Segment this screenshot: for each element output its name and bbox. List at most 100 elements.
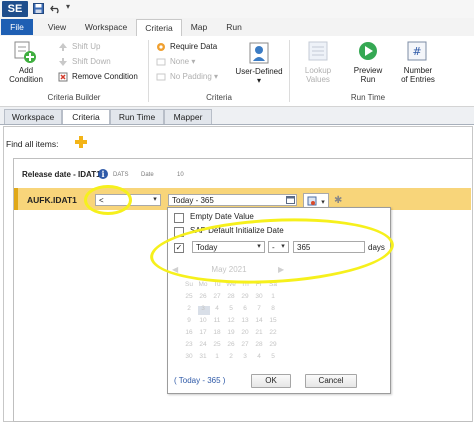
calendar-day: 23 — [185, 341, 193, 348]
field-length: 10 — [177, 172, 184, 178]
tab-map[interactable]: Map — [182, 19, 216, 35]
calendar-day: 9 — [187, 317, 191, 324]
svg-text:#: # — [412, 45, 421, 58]
calendar-day: 30 — [255, 293, 263, 300]
no-padding-label: No Padding — [170, 72, 212, 81]
no-padding-icon — [156, 72, 166, 84]
highlight-circle-operator — [84, 185, 132, 215]
calendar-day: 2 — [187, 305, 191, 312]
add-condition-icon — [13, 40, 37, 66]
none-icon — [156, 57, 166, 69]
relative-expression-link[interactable]: ( Today - 365 ) — [174, 376, 225, 385]
workspace-tab-bar: Workspace Criteria Run Time Mapper — [0, 107, 474, 125]
title-bar: SE ▾ — [0, 0, 474, 19]
date-value-field[interactable]: Today - 365 — [168, 194, 297, 206]
app-logo: SE — [2, 1, 28, 17]
field-title: Release date - IDAT1 — [22, 170, 101, 179]
subtab-criteria[interactable]: Criteria — [62, 109, 110, 124]
calendar-day: 3 — [243, 353, 247, 360]
calendar-day: 4 — [257, 353, 261, 360]
group-label-criteria-builder: Criteria Builder — [47, 93, 101, 102]
ribbon: Add Condition Shift Up Shift Down Remove… — [0, 36, 474, 107]
calendar-day: 20 — [241, 329, 249, 336]
undo-icon[interactable] — [50, 3, 61, 14]
settings-icon[interactable]: ✱ — [334, 195, 342, 206]
date-value-text: Today - 365 — [172, 196, 214, 205]
user-defined-label: User-Defined — [235, 67, 283, 76]
calendar-day: 3 — [201, 305, 205, 312]
calendar-day: 1 — [271, 293, 275, 300]
calendar-day: 5 — [271, 353, 275, 360]
subtab-workspace[interactable]: Workspace — [4, 109, 62, 124]
save-icon[interactable] — [33, 3, 44, 14]
ribbon-tab-bar: File View Workspace Criteria Map Run — [0, 18, 474, 37]
no-padding-dropdown[interactable]: No Padding ▾ — [170, 71, 218, 82]
calendar-day: 28 — [227, 293, 235, 300]
criteria-row-marker — [14, 188, 18, 210]
tab-run[interactable]: Run — [218, 19, 250, 35]
add-item-icon[interactable] — [74, 135, 88, 151]
weekday-label: Su — [185, 281, 193, 288]
calendar-day: 17 — [199, 329, 207, 336]
calendar-day: 6 — [243, 305, 247, 312]
calendar-day: 15 — [269, 317, 277, 324]
tab-workspace[interactable]: Workspace — [78, 19, 134, 35]
calendar-day: 21 — [255, 329, 263, 336]
field-type: DATS — [113, 172, 129, 178]
number-of-entries-icon: # — [407, 41, 427, 63]
criteria-field-label: AUFK.IDAT1 — [27, 195, 77, 205]
calendar-day: 26 — [199, 293, 207, 300]
calendar-day: 18 — [213, 329, 221, 336]
group-label-criteria: Criteria — [206, 93, 232, 102]
user-defined-button[interactable]: User-Defined ▾ — [232, 67, 286, 85]
add-condition-button[interactable]: Add Condition — [4, 66, 48, 84]
calendar-day: 5 — [229, 305, 233, 312]
tab-file[interactable]: File — [1, 19, 33, 35]
calendar-day: 7 — [257, 305, 261, 312]
lookup-values-button[interactable]: Lookup Values — [296, 66, 340, 84]
shift-down-icon — [58, 57, 68, 69]
shift-up-button[interactable]: Shift Up — [72, 41, 100, 52]
calendar-day: 10 — [199, 317, 207, 324]
preview-run-icon — [358, 41, 378, 63]
calendar-day: 1 — [215, 353, 219, 360]
calendar-day: 28 — [255, 341, 263, 348]
calendar-icon[interactable] — [285, 195, 296, 205]
quick-access-dropdown-icon[interactable]: ▾ — [66, 2, 70, 11]
none-dropdown[interactable]: None ▾ — [170, 56, 195, 67]
weekday-label: Mo — [198, 281, 208, 288]
calendar-day: 29 — [241, 293, 249, 300]
calendar-day: 25 — [185, 293, 193, 300]
calendar-day: 24 — [199, 341, 207, 348]
subtab-mapper[interactable]: Mapper — [164, 109, 212, 124]
require-data-button[interactable]: Require Data — [170, 41, 217, 52]
calendar-day: 2 — [229, 353, 233, 360]
empty-date-label: Empty Date Value — [190, 212, 254, 221]
cancel-button[interactable]: Cancel — [305, 374, 357, 388]
subtab-run-time[interactable]: Run Time — [110, 109, 164, 124]
field-kind: Date — [141, 172, 154, 178]
tab-criteria[interactable]: Criteria — [136, 19, 182, 37]
lookup-values-icon — [308, 41, 328, 63]
calendar-day: 14 — [255, 317, 263, 324]
find-all-items-label: Find all items: — [6, 139, 59, 149]
info-icon[interactable]: i — [98, 169, 108, 179]
calendar-day: 31 — [199, 353, 207, 360]
preview-run-button[interactable]: Preview Run — [346, 66, 390, 84]
shift-down-button[interactable]: Shift Down — [72, 56, 111, 67]
require-data-icon — [156, 42, 166, 54]
calendar-day: 25 — [213, 341, 221, 348]
calendar-day: 11 — [213, 317, 221, 324]
group-label-run-time: Run Time — [350, 93, 386, 102]
user-defined-icon — [249, 42, 269, 66]
ok-button[interactable]: OK — [251, 374, 291, 388]
tab-view[interactable]: View — [37, 19, 77, 35]
calendar-day: 27 — [241, 341, 249, 348]
empty-date-checkbox[interactable] — [174, 213, 184, 223]
number-of-entries-button[interactable]: Number of Entries — [395, 66, 441, 84]
calendar-day: 22 — [269, 329, 277, 336]
calendar-day: 19 — [227, 329, 235, 336]
calendar-day: 30 — [185, 353, 193, 360]
calendar-day: 16 — [185, 329, 193, 336]
remove-condition-button[interactable]: Remove Condition — [72, 71, 138, 82]
